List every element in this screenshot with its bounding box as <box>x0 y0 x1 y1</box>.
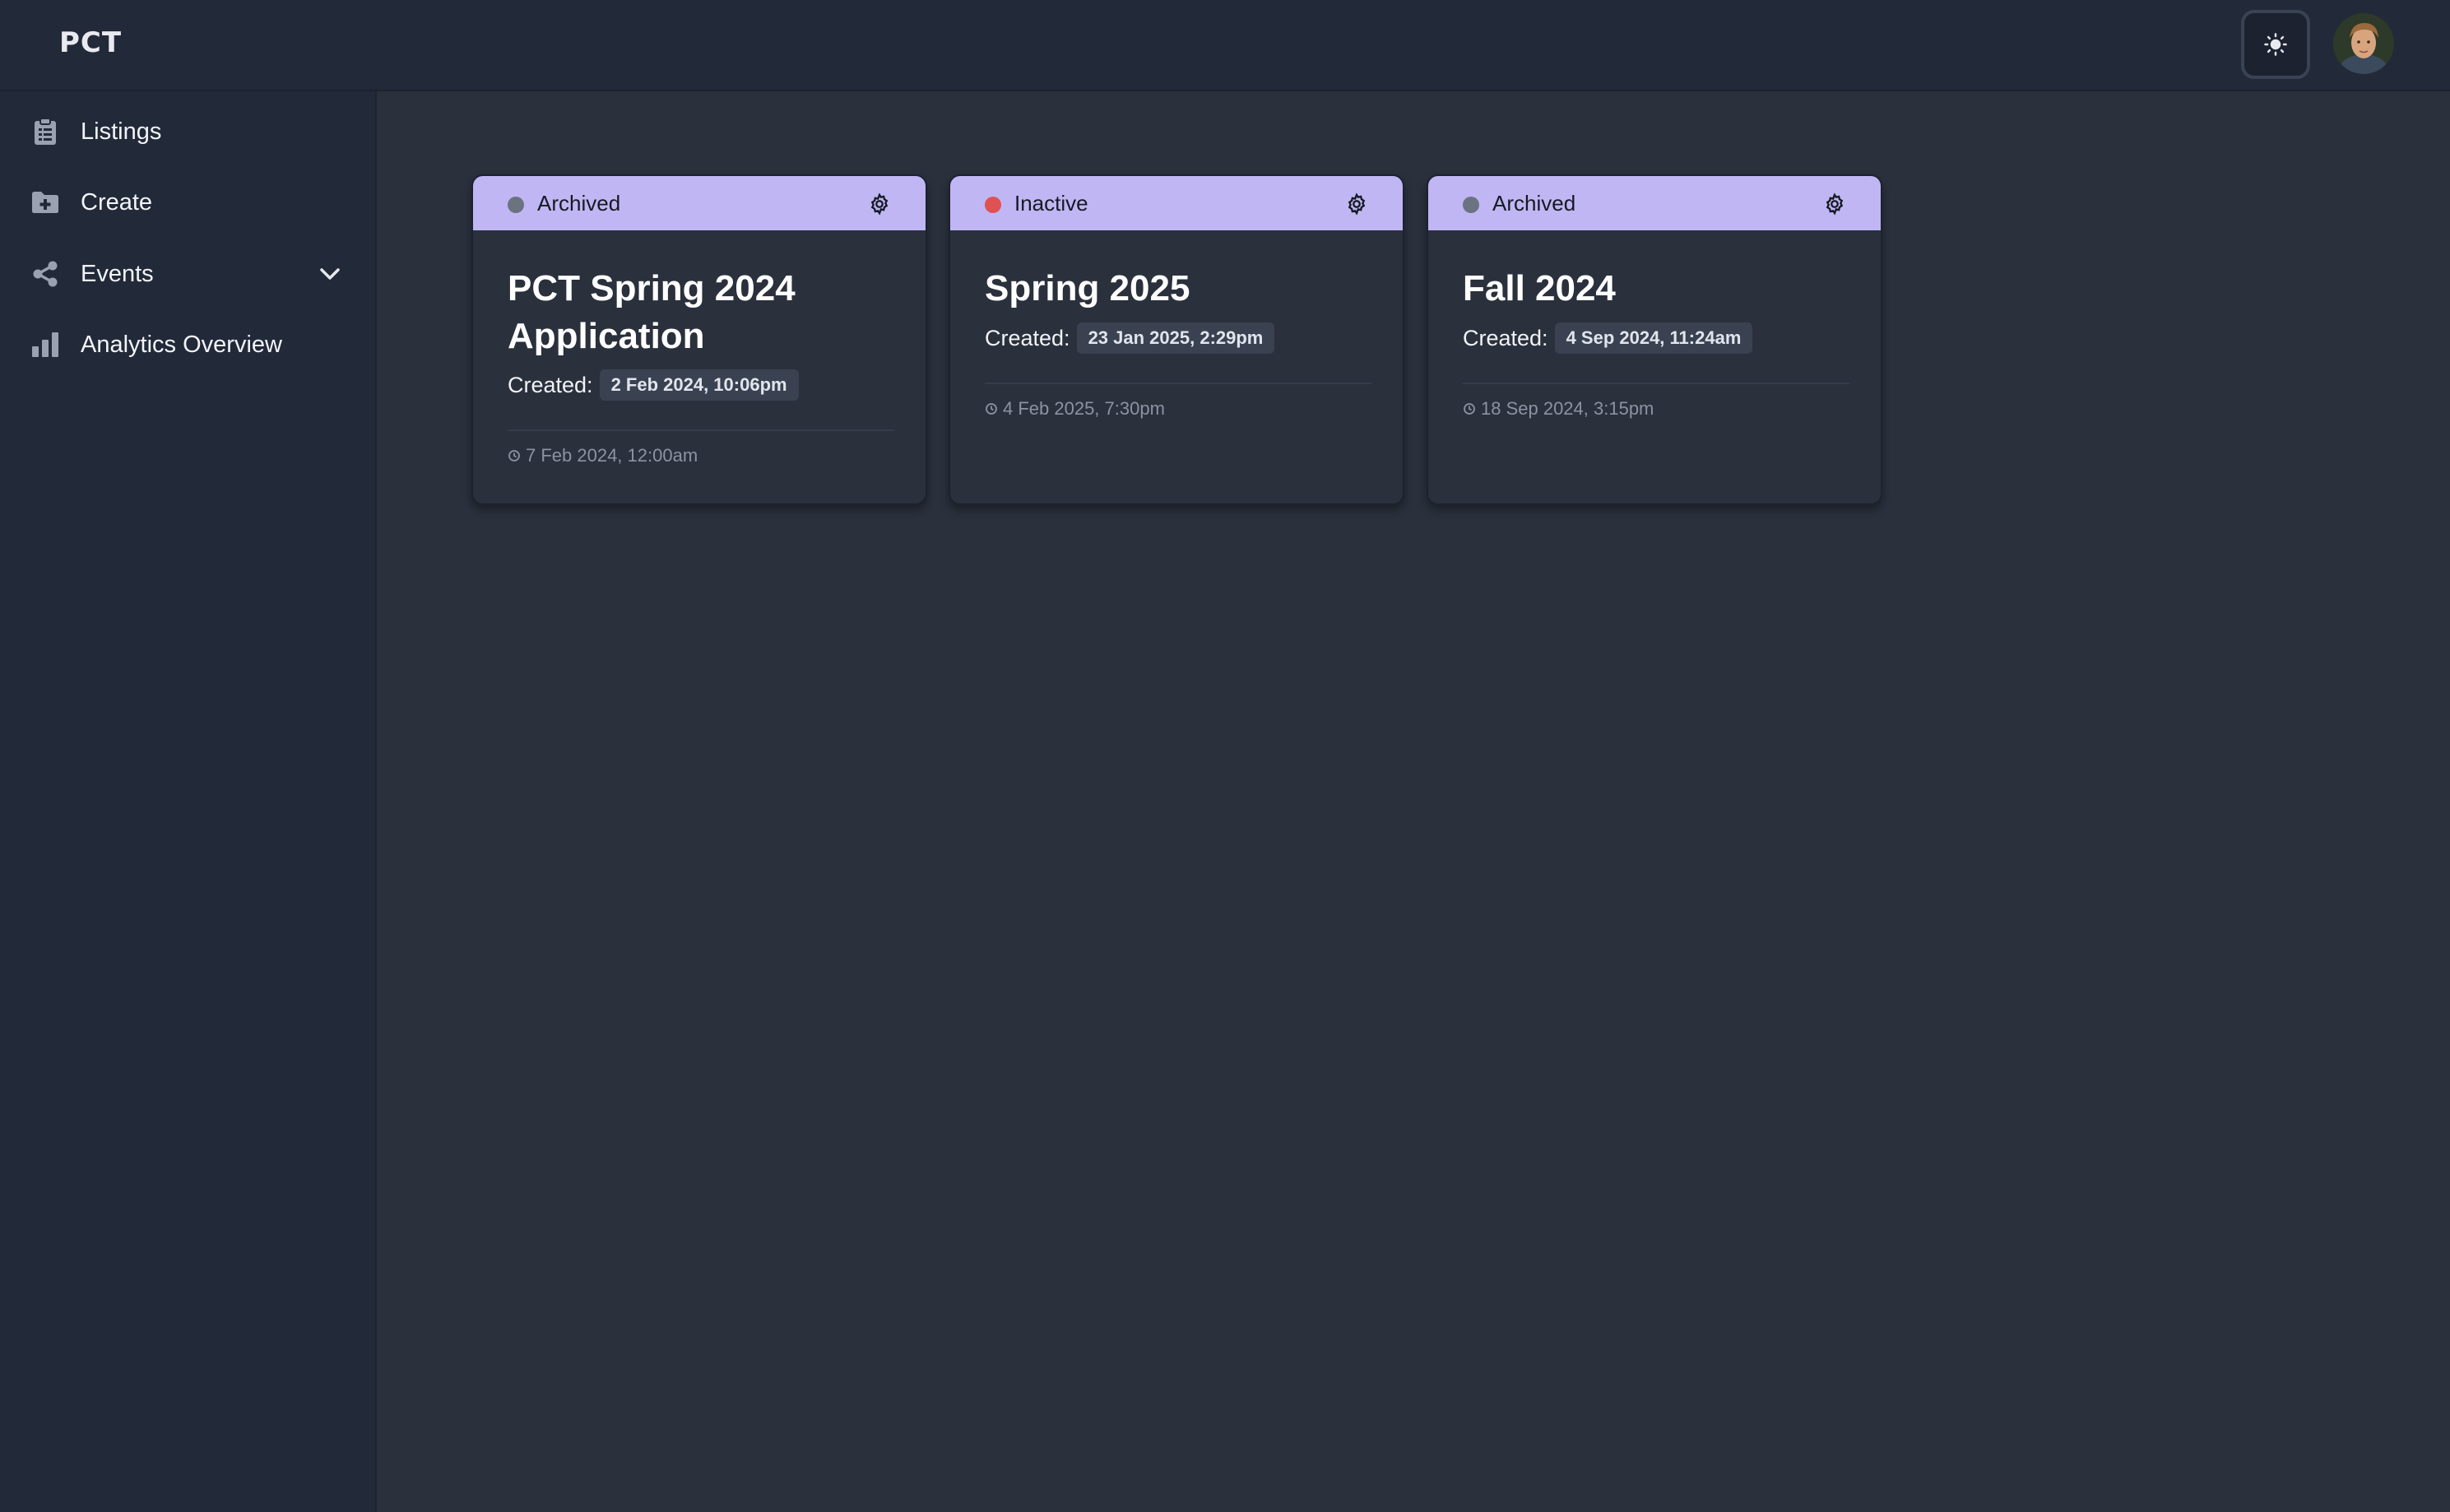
sidebar-item-label: Create <box>81 188 153 216</box>
folder-plus-icon <box>30 187 61 218</box>
settings-gear-icon[interactable] <box>1345 192 1368 216</box>
clipboard-icon <box>30 116 61 147</box>
divider <box>1463 383 1849 384</box>
sidebar-item-label: Analytics Overview <box>81 331 282 358</box>
divider <box>508 429 894 431</box>
listing-card[interactable]: Archived Fall 2024 Created: 4 Sep 2024, … <box>1427 174 1882 505</box>
modified-row: 7 Feb 2024, 12:00am <box>508 445 698 466</box>
sidebar: Listings Create Events Analytics Overvie… <box>0 91 377 1512</box>
user-avatar[interactable] <box>2333 13 2394 74</box>
card-title[interactable]: Fall 2024 <box>1463 265 1849 313</box>
clock-icon <box>986 403 997 415</box>
modified-row: 18 Sep 2024, 3:15pm <box>1463 398 1654 420</box>
card-header: Archived <box>1428 176 1881 230</box>
created-label: Created: <box>508 372 593 397</box>
status-label: Archived <box>1492 191 1576 216</box>
bar-chart-icon <box>30 329 61 360</box>
listing-card[interactable]: Archived PCT Spring 2024 Application Cre… <box>471 174 927 505</box>
created-label: Created: <box>1463 325 1548 350</box>
created-row: Created: 4 Sep 2024, 11:24am <box>1463 322 1753 354</box>
status-indicator <box>1463 197 1479 213</box>
settings-gear-icon[interactable] <box>1823 192 1846 216</box>
sidebar-item-label: Events <box>81 260 154 287</box>
sidebar-item-events[interactable]: Events <box>0 244 377 304</box>
chevron-down-icon[interactable] <box>318 262 342 286</box>
created-date-badge: 4 Sep 2024, 11:24am <box>1554 322 1753 354</box>
sidebar-item-listings[interactable]: Listings <box>0 102 377 161</box>
modified-date: 7 Feb 2024, 12:00am <box>526 445 698 466</box>
share-icon <box>30 258 61 290</box>
created-row: Created: 23 Jan 2025, 2:29pm <box>985 322 1275 354</box>
created-date-badge: 23 Jan 2025, 2:29pm <box>1076 322 1275 354</box>
sidebar-item-create[interactable]: Create <box>0 173 377 232</box>
status-label: Inactive <box>1014 191 1088 216</box>
modified-date: 4 Feb 2025, 7:30pm <box>1003 398 1165 419</box>
created-date-badge: 2 Feb 2024, 10:06pm <box>599 369 799 401</box>
created-label: Created: <box>985 325 1070 350</box>
status-label: Archived <box>537 191 621 216</box>
status-indicator <box>508 197 524 213</box>
status-indicator <box>985 197 1001 213</box>
theme-toggle-button[interactable] <box>2241 10 2310 79</box>
clock-icon <box>508 450 520 461</box>
sidebar-item-label: Listings <box>81 118 162 145</box>
card-title[interactable]: Spring 2025 <box>985 265 1371 313</box>
card-title[interactable]: PCT Spring 2024 Application <box>508 265 894 360</box>
divider <box>985 383 1371 384</box>
modified-date: 18 Sep 2024, 3:15pm <box>1481 398 1654 419</box>
top-bar: PCT <box>0 0 2450 91</box>
card-header: Archived <box>473 176 926 230</box>
sun-icon <box>2264 33 2287 56</box>
clock-icon <box>1464 403 1475 415</box>
sidebar-item-analytics-overview[interactable]: Analytics Overview <box>0 315 377 374</box>
settings-gear-icon[interactable] <box>868 192 891 216</box>
card-header: Inactive <box>950 176 1403 230</box>
created-row: Created: 2 Feb 2024, 10:06pm <box>508 369 799 401</box>
listing-card[interactable]: Inactive Spring 2025 Created: 23 Jan 202… <box>949 174 1404 505</box>
modified-row: 4 Feb 2025, 7:30pm <box>985 398 1165 420</box>
app-logo[interactable]: PCT <box>59 26 122 59</box>
